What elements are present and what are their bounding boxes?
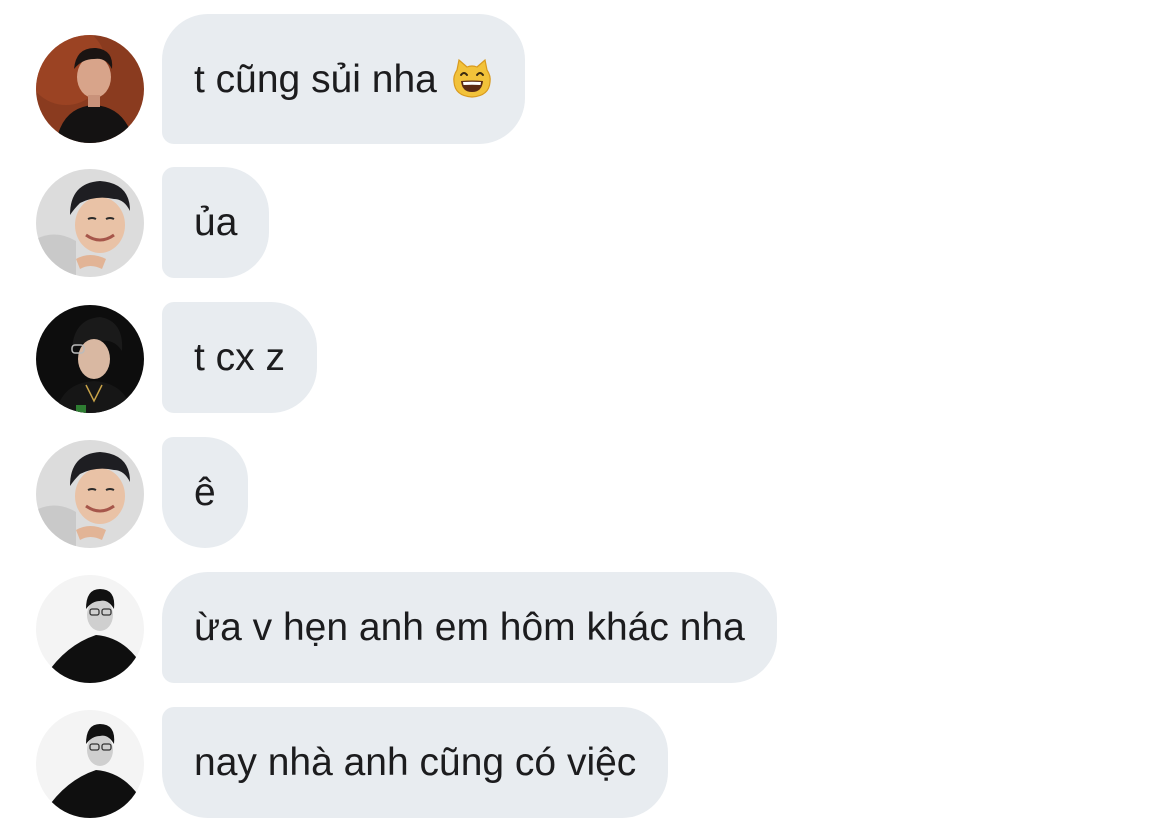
- message-text: nay nhà anh cũng có việc: [194, 741, 637, 784]
- message-bubble[interactable]: ủa: [162, 167, 270, 278]
- message-bubble[interactable]: t cx z: [162, 302, 318, 413]
- avatar-smiling-boy[interactable]: [36, 169, 144, 277]
- avatar-suit-man-image: [36, 575, 144, 683]
- avatar-glasses-boy-image: [36, 305, 144, 413]
- avatar-warm-portrait[interactable]: [36, 35, 144, 143]
- message-bubble[interactable]: nay nhà anh cũng có việc: [162, 707, 669, 818]
- message-text: t cũng sủi nha: [194, 57, 437, 101]
- message-bubble[interactable]: t cũng sủi nha: [162, 14, 525, 144]
- avatar-suit-man-image: [36, 710, 144, 818]
- message-text: ừa v hẹn anh em hôm khác nha: [194, 606, 745, 649]
- grinning-cat-emoji-icon: [451, 58, 493, 100]
- message-bubble[interactable]: ê: [162, 437, 248, 548]
- avatar-smiling-boy[interactable]: [36, 440, 144, 548]
- message-bubble[interactable]: ừa v hẹn anh em hôm khác nha: [162, 572, 777, 683]
- avatar-suit-man[interactable]: [36, 575, 144, 683]
- message-text: ê: [194, 471, 216, 514]
- avatar-smiling-boy-image: [36, 440, 144, 548]
- avatar-suit-man[interactable]: [36, 710, 144, 818]
- avatar-smiling-boy-image: [36, 169, 144, 277]
- avatar-warm-portrait-image: [36, 35, 144, 143]
- message-text: t cx z: [194, 336, 286, 379]
- message-text: ủa: [194, 201, 238, 244]
- avatar-glasses-boy[interactable]: [36, 305, 144, 413]
- chat-thread: t cũng sủi nha ủa t cx z ê ừa v hẹn anh …: [0, 0, 1170, 825]
